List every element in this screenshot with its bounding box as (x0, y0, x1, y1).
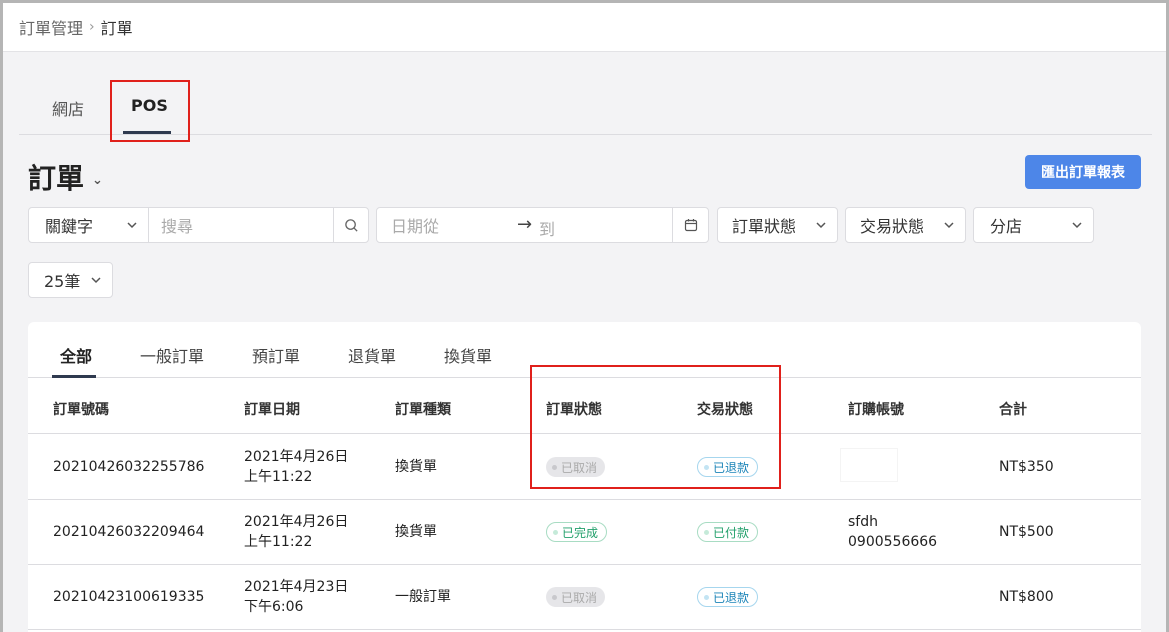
page-size-select-value: 25筆 (44, 272, 81, 291)
order-total: NT$800 (999, 589, 1054, 605)
account-redacted (841, 449, 897, 481)
orders-panel: 全部 一般訂單 預訂單 退貨單 換貨單 訂單號碼 訂單日期 訂單種類 訂單狀態 … (28, 322, 1141, 632)
date-to-placeholder: 到 (539, 220, 556, 239)
channel-tabs: 網店 POS (19, 52, 1152, 135)
search-input[interactable]: 搜尋 (148, 207, 334, 243)
chevron-down-icon (1071, 219, 1083, 231)
active-tab-underline (52, 375, 96, 378)
order-status-badge: 已取消 (546, 587, 606, 607)
app-frame: 訂單管理 › 訂單 網店 POS 訂單 ⌄ 匯出訂單報表 關鍵字 搜尋 日期從 … (0, 0, 1169, 632)
column-header-total[interactable]: 合計 (999, 399, 1027, 419)
page-title-text: 訂單 (28, 162, 85, 195)
order-type-tabs: 全部 一般訂單 預訂單 退貨單 換貨單 (28, 322, 1141, 378)
branch-select-value: 分店 (990, 217, 1023, 236)
order-type: 換貨單 (395, 524, 437, 540)
order-status-label: 已完成 (562, 525, 599, 540)
order-total: NT$350 (999, 459, 1054, 475)
active-tab-underline (123, 131, 171, 134)
table-header: 訂單號碼 訂單日期 訂單種類 訂單狀態 交易狀態 訂購帳號 合計 (28, 379, 1141, 434)
order-number[interactable]: 20210426032255786 (53, 457, 204, 477)
payment-status-badge: 已退款 (697, 587, 759, 607)
arrow-right-icon: → (517, 214, 533, 235)
search-placeholder: 搜尋 (161, 217, 194, 236)
order-status-label: 已取消 (561, 460, 598, 475)
search-button[interactable] (333, 207, 369, 243)
column-header-order-date[interactable]: 訂單日期 (244, 399, 300, 419)
tab-all[interactable]: 全部 (60, 343, 92, 367)
payment-status-select[interactable]: 交易狀態 (845, 207, 966, 243)
order-type: 一般訂單 (395, 589, 451, 605)
breadcrumb-separator: › (89, 19, 95, 35)
tab-return-orders[interactable]: 退貨單 (348, 343, 396, 367)
order-number[interactable]: 20210423100619335 (53, 587, 204, 607)
payment-status-badge: 已退款 (697, 457, 759, 477)
order-date: 2021年4月26日 (244, 514, 349, 530)
account-name[interactable]: sfdh (848, 512, 878, 532)
calendar-icon (684, 219, 697, 232)
breadcrumb-parent[interactable]: 訂單管理 (19, 15, 83, 39)
tab-pre-orders[interactable]: 預訂單 (252, 343, 300, 367)
chevron-down-icon (943, 219, 955, 231)
tab-general-orders[interactable]: 一般訂單 (140, 343, 204, 367)
branch-select[interactable]: 分店 (973, 207, 1094, 243)
payment-status-label: 已退款 (713, 460, 750, 475)
table-row[interactable]: 20210426032255786 2021年4月26日 上午11:22 換貨單… (28, 435, 1141, 500)
chevron-down-icon: ⌄ (92, 172, 103, 188)
column-header-order-no[interactable]: 訂單號碼 (53, 399, 109, 419)
search-icon (344, 218, 358, 232)
payment-status-label: 已退款 (713, 590, 750, 605)
column-header-payment-status[interactable]: 交易狀態 (697, 399, 753, 419)
order-status-select[interactable]: 訂單狀態 (717, 207, 838, 243)
calendar-button[interactable] (672, 207, 709, 243)
payment-status-badge: 已付款 (697, 522, 759, 542)
breadcrumb: 訂單管理 › 訂單 (3, 3, 1166, 52)
table-row[interactable]: 20210426032209464 2021年4月26日 上午11:22 換貨單… (28, 500, 1141, 565)
order-time: 下午6:06 (244, 599, 304, 615)
export-order-report-button[interactable]: 匯出訂單報表 (1025, 155, 1141, 189)
order-status-badge: 已取消 (546, 457, 606, 477)
column-header-account[interactable]: 訂購帳號 (848, 399, 904, 419)
payment-status-label: 已付款 (713, 525, 750, 540)
order-number[interactable]: 20210426032209464 (53, 522, 204, 542)
order-time: 上午11:22 (244, 469, 313, 485)
order-time: 上午11:22 (244, 534, 313, 550)
tab-exchange-orders[interactable]: 換貨單 (444, 343, 492, 367)
keyword-select-value: 關鍵字 (45, 217, 94, 236)
column-header-order-status[interactable]: 訂單狀態 (546, 399, 602, 419)
keyword-select[interactable]: 關鍵字 (28, 207, 149, 243)
account-phone: 0900556666 (848, 534, 938, 550)
order-date: 2021年4月23日 (244, 579, 349, 595)
order-status-select-value: 訂單狀態 (732, 217, 797, 236)
chevron-down-icon (815, 219, 827, 231)
date-from-placeholder: 日期從 (391, 217, 440, 236)
order-status-label: 已取消 (561, 590, 598, 605)
breadcrumb-current: 訂單 (100, 19, 133, 38)
order-status-badge: 已完成 (546, 522, 608, 542)
page-size-select[interactable]: 25筆 (28, 262, 113, 298)
chevron-down-icon (126, 219, 138, 231)
order-total: NT$500 (999, 524, 1054, 540)
tab-pos[interactable]: POS (131, 96, 168, 115)
date-range-input[interactable]: 日期從 → 到 (376, 207, 673, 243)
page-title[interactable]: 訂單 ⌄ (28, 157, 103, 197)
order-type: 換貨單 (395, 459, 437, 475)
order-date: 2021年4月26日 (244, 449, 349, 465)
tab-online-store[interactable]: 網店 (52, 96, 84, 120)
payment-status-select-value: 交易狀態 (860, 217, 925, 236)
column-header-order-type[interactable]: 訂單種類 (395, 399, 451, 419)
table-row[interactable]: 20210423100619335 2021年4月23日 下午6:06 一般訂單… (28, 565, 1141, 630)
chevron-down-icon (90, 274, 102, 286)
